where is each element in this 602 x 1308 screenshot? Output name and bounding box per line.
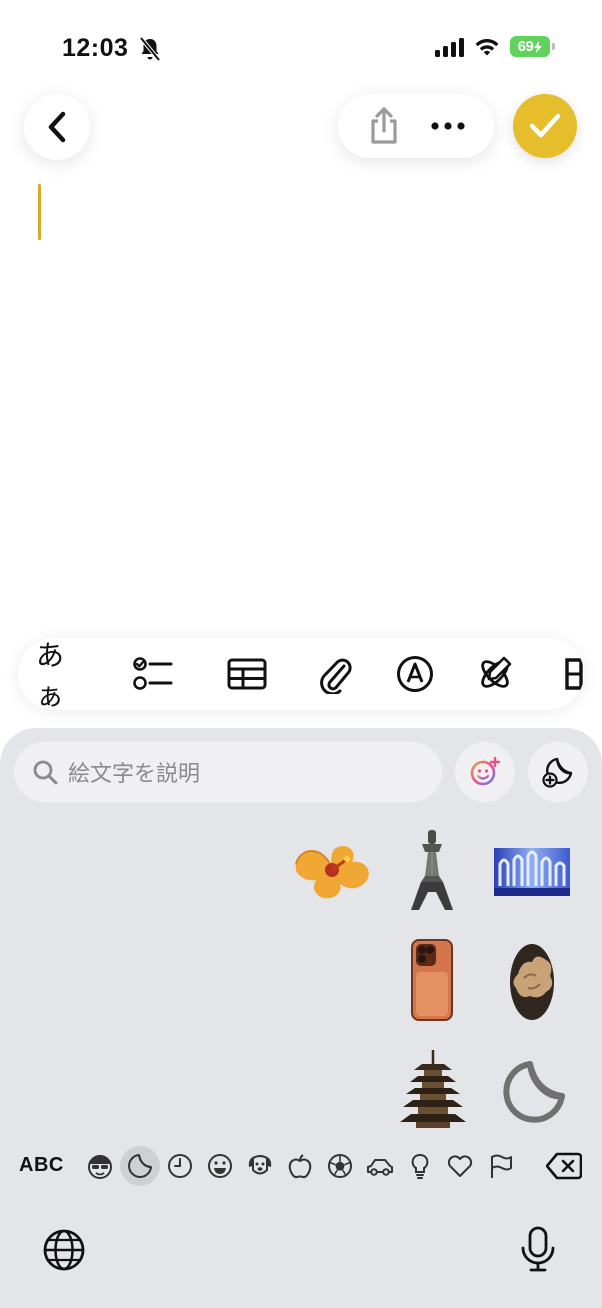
share-button[interactable] [362,104,406,148]
more-button[interactable] [426,104,470,148]
table-button[interactable] [224,654,270,694]
category-flags[interactable] [480,1146,520,1186]
blue-art-sticker[interactable] [492,846,572,898]
category-symbols[interactable] [440,1146,480,1186]
sticker-icon [128,1154,152,1178]
abc-button[interactable]: ABC [19,1154,64,1177]
search-icon [33,760,58,785]
formatting-toolbar: あぁ [18,638,584,710]
clock-icon [168,1154,192,1178]
pen-circle-icon [397,656,433,692]
heart-icon [447,1155,473,1177]
soccer-ball-icon [328,1154,352,1178]
text-format-button[interactable]: あぁ [36,640,88,710]
writing-tools-icon [481,656,512,688]
memoji-icon [88,1155,112,1179]
text-format-label: あぁ [36,640,64,710]
smiley-icon [208,1154,232,1178]
dictation-button[interactable] [520,1226,556,1277]
pagoda-sticker[interactable] [400,1048,466,1130]
category-travel[interactable] [360,1146,400,1186]
partial-tool-icon [565,658,583,690]
checkmark-icon [529,113,561,138]
notes-screen: 12:03 69 あぁ 絵文字を説明 ABC [0,0,602,1308]
paperclip-icon [320,658,352,694]
add-sticker-button[interactable] [528,742,588,802]
apple-icon [288,1154,312,1179]
delete-backward-icon [545,1152,583,1180]
battery-indicator: 69 [510,36,555,57]
emoji-keyboard: 絵文字を説明 ABC [0,728,602,1308]
tower-sticker[interactable] [408,828,456,912]
back-button[interactable] [24,94,90,160]
table-icon [227,658,267,690]
attachment-button[interactable] [312,654,358,694]
dog-face-icon [248,1155,272,1175]
hibiscus-sticker[interactable] [292,838,374,900]
cellular-signal-icon [435,37,464,57]
globe-icon [43,1229,85,1271]
silent-bell-icon [139,36,161,62]
action-pill [338,94,494,158]
delete-button[interactable] [545,1152,583,1185]
battery-level: 69 [517,38,534,55]
writing-tools-button[interactable] [472,654,518,694]
markup-button[interactable] [392,654,438,694]
charging-bolt-icon [534,40,543,53]
share-icon [371,107,397,144]
keyboard-switch-button[interactable] [42,1228,86,1277]
emoji-category-bar: ABC [0,1144,602,1188]
checklist-icon [133,657,173,690]
sticker-add-icon [542,757,573,788]
genmoji-icon [470,756,501,786]
status-indicators: 69 [435,36,555,57]
text-cursor [38,184,41,240]
category-stickers[interactable] [120,1146,160,1186]
wifi-icon [475,38,499,55]
more-tools-button[interactable] [564,654,584,694]
category-activity[interactable] [320,1146,360,1186]
category-recent[interactable] [160,1146,200,1186]
status-time: 12:03 [62,34,129,62]
add-sticker-peel[interactable] [496,1058,568,1128]
category-memoji[interactable] [80,1146,120,1186]
flag-icon [491,1154,512,1178]
phone-case-sticker[interactable] [410,938,454,1022]
lightbulb-icon [411,1154,429,1179]
chevron-left-icon [48,111,66,143]
category-animals[interactable] [240,1146,280,1186]
category-smileys[interactable] [200,1146,240,1186]
microphone-icon [521,1226,555,1272]
done-button[interactable] [513,94,577,158]
search-placeholder: 絵文字を説明 [68,761,201,786]
emoji-search-input[interactable]: 絵文字を説明 [14,742,442,802]
checklist-button[interactable] [130,654,176,694]
ellipsis-icon [431,122,465,130]
category-food[interactable] [280,1146,320,1186]
mushroom-sticker[interactable] [506,938,558,1022]
category-objects[interactable] [400,1146,440,1186]
car-icon [367,1159,393,1176]
genmoji-button[interactable] [455,742,515,802]
